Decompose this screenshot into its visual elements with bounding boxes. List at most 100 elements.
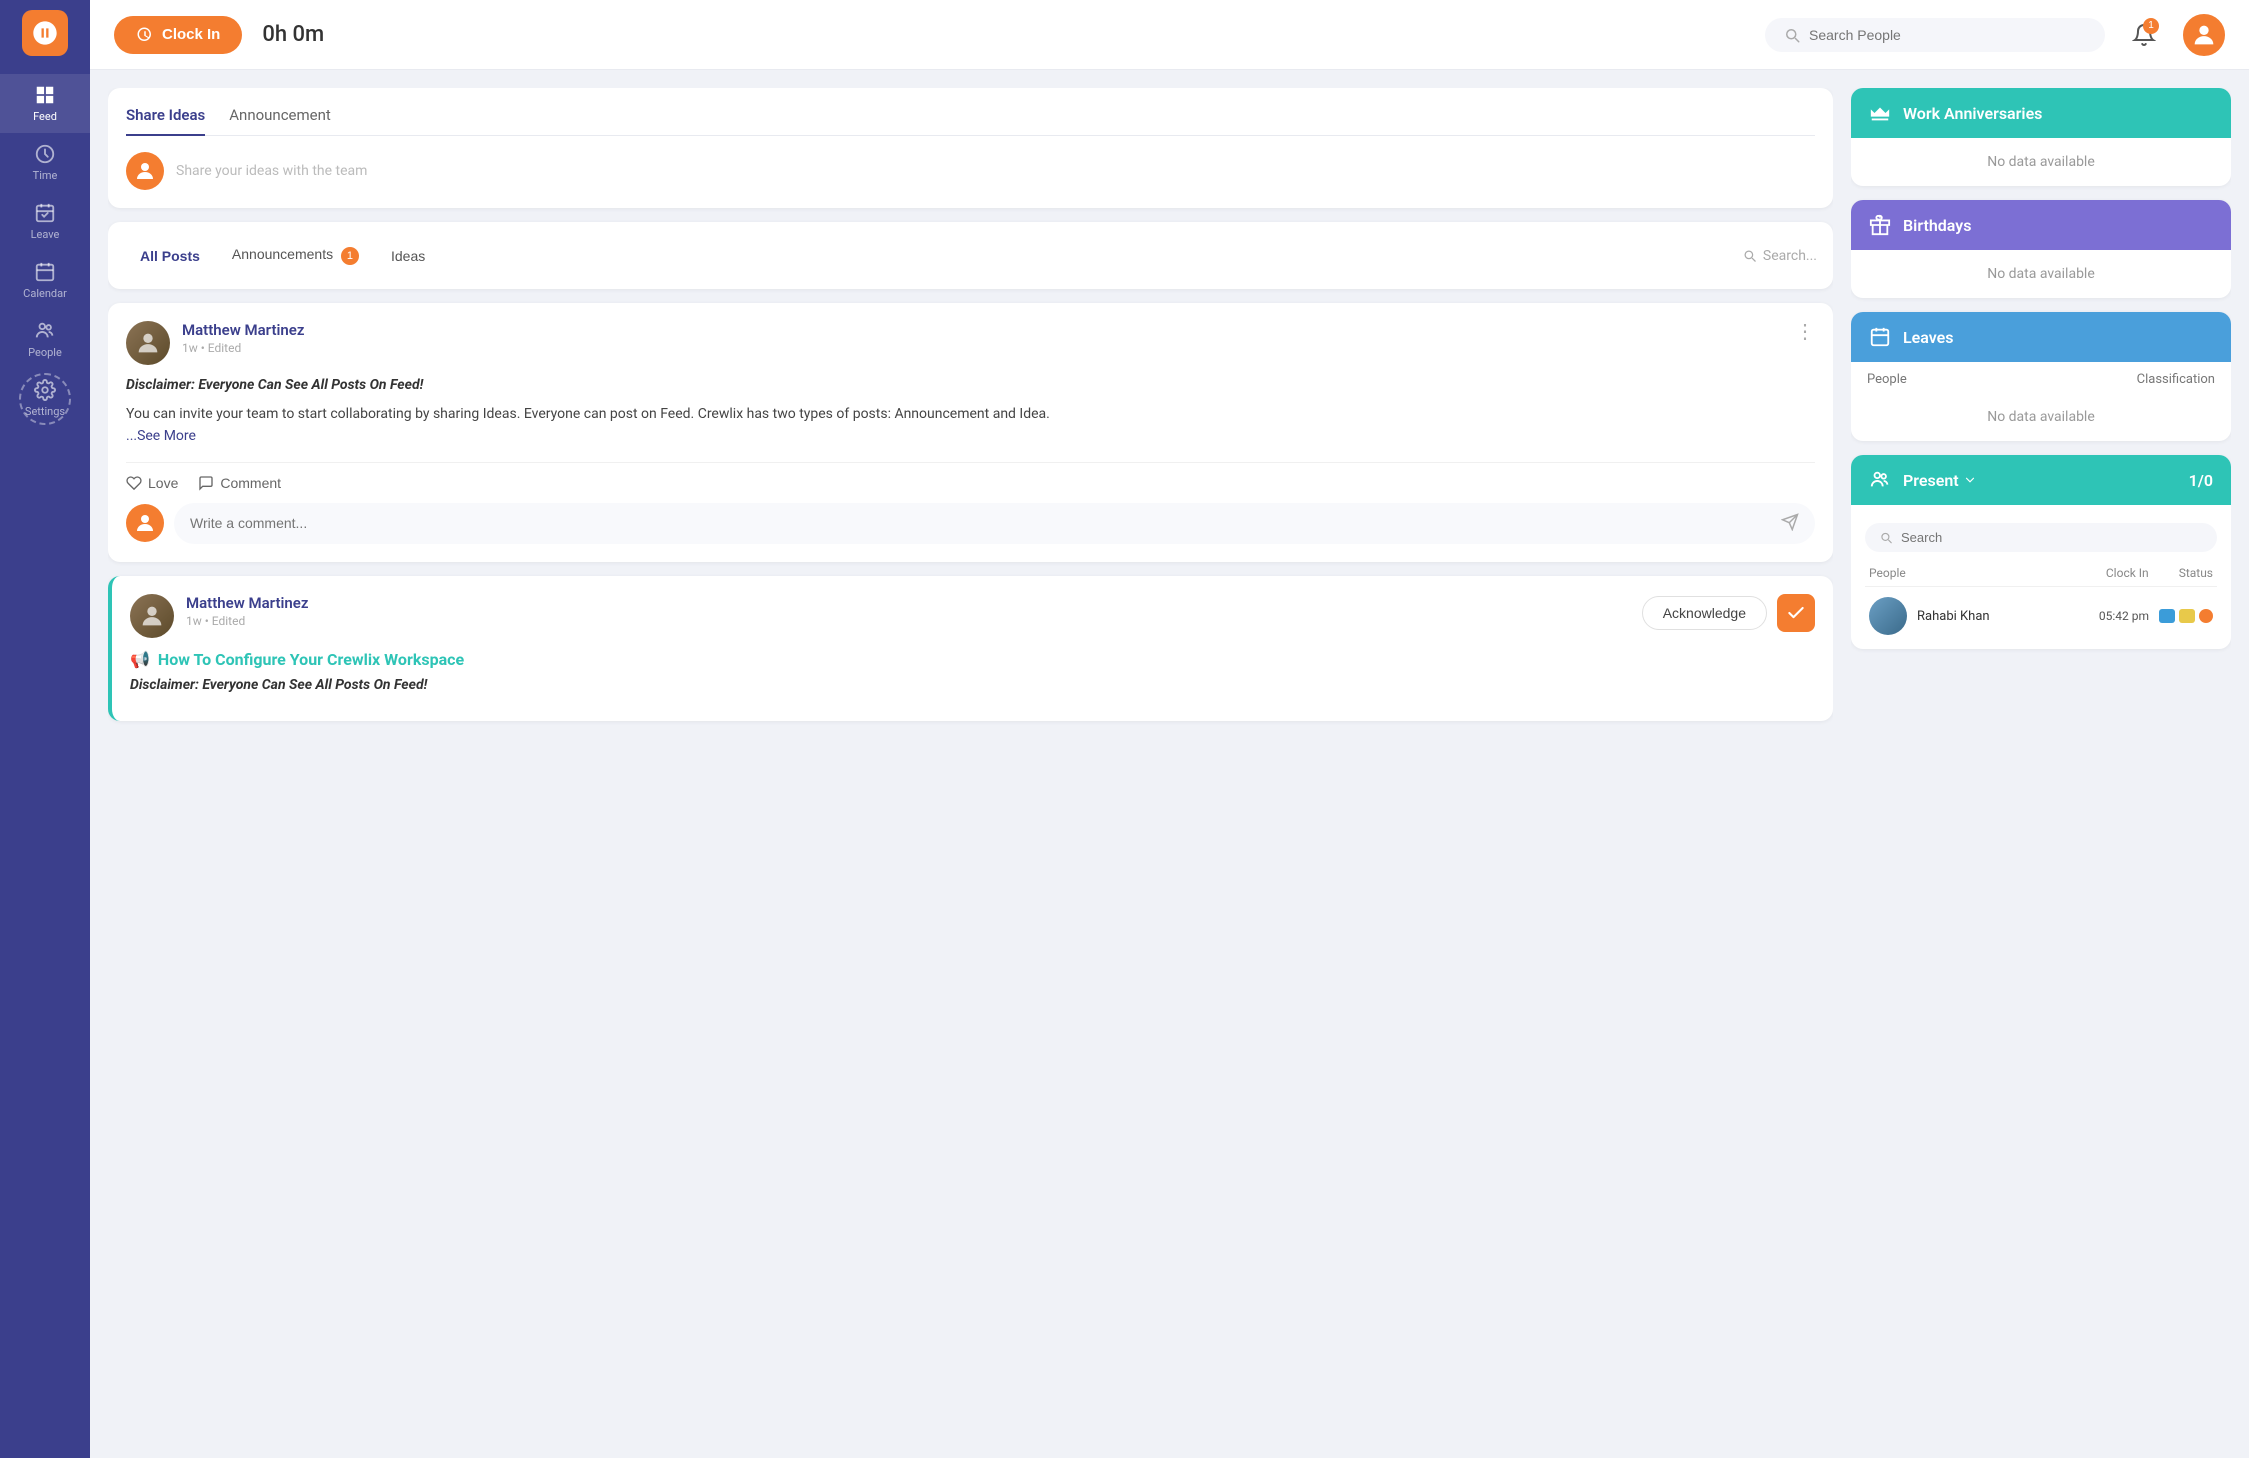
present-count: 1/0	[2189, 471, 2213, 490]
search-icon	[1783, 26, 1801, 44]
share-user-avatar	[126, 152, 164, 190]
present-table-header: People Clock In Status	[1865, 560, 2217, 587]
love-label: Love	[148, 475, 178, 491]
sidebar-item-people[interactable]: People	[0, 310, 90, 369]
post-2-author: Matthew Martinez	[186, 594, 1630, 612]
post-2-header: Matthew Martinez 1w • Edited Acknowledge	[130, 594, 1815, 638]
filter-all-posts[interactable]: All Posts	[124, 242, 216, 270]
sidebar-item-leave[interactable]: Leave	[0, 192, 90, 251]
filter-ideas[interactable]: Ideas	[375, 242, 441, 270]
anniversaries-header: Work Anniversaries	[1851, 88, 2231, 138]
megaphone-icon: 📢	[130, 650, 150, 669]
post-1-title: Disclaimer: Everyone Can See All Posts O…	[126, 377, 1815, 393]
share-ideas-card: Share Ideas Announcement Share your idea…	[108, 88, 1833, 208]
comment-row	[126, 503, 1815, 544]
chevron-down-icon	[1963, 473, 1977, 487]
filter-announcements[interactable]: Announcements 1	[216, 240, 375, 271]
work-anniversaries-widget: Work Anniversaries No data available	[1851, 88, 2231, 186]
comment-send-button[interactable]	[1781, 513, 1799, 534]
comment-input-field[interactable]	[190, 515, 1773, 531]
clock-in-button[interactable]: Clock In	[114, 16, 242, 54]
acknowledge-button[interactable]: Acknowledge	[1642, 596, 1767, 630]
sidebar-item-calendar[interactable]: Calendar	[0, 251, 90, 310]
post-1-actions: Love Comment	[126, 462, 1815, 491]
sidebar-item-calendar-label: Calendar	[23, 287, 67, 300]
post-2-avatar	[130, 594, 174, 638]
share-input-row: Share your ideas with the team	[126, 152, 1815, 190]
comment-button[interactable]: Comment	[198, 475, 281, 491]
post-2-meta: Matthew Martinez 1w • Edited	[186, 594, 1630, 628]
share-placeholder[interactable]: Share your ideas with the team	[176, 163, 367, 179]
leaves-people-col: People	[1867, 372, 1907, 387]
present-people-icon	[1869, 469, 1891, 491]
announcement-badge: 1	[341, 247, 359, 265]
tab-share-ideas[interactable]: Share Ideas	[126, 106, 205, 136]
commenter-avatar	[126, 504, 164, 542]
present-person-row: Rahabi Khan 05:42 pm	[1865, 587, 2217, 645]
sidebar-item-feed[interactable]: Feed	[0, 74, 90, 133]
anniversaries-no-data: No data available	[1987, 154, 2095, 170]
clock-in-label: Clock In	[162, 26, 220, 43]
post-1-body: You can invite your team to start collab…	[126, 403, 1815, 448]
present-body: People Clock In Status Rahabi Khan 05:42…	[1851, 505, 2231, 649]
leaves-widget: Leaves People Classification No data ava…	[1851, 312, 2231, 441]
birthdays-no-data: No data available	[1987, 266, 2095, 282]
love-button[interactable]: Love	[126, 475, 178, 491]
comment-icon	[198, 475, 214, 491]
post-1-time: 1w • Edited	[182, 341, 1783, 355]
present-widget: Present 1/0 People Clock In Status	[1851, 455, 2231, 649]
filter-search[interactable]: Search...	[1742, 248, 1817, 264]
post-1-header: Matthew Martinez 1w • Edited ⋮	[126, 321, 1815, 365]
comment-input-wrapper	[174, 503, 1815, 544]
sidebar-item-leave-label: Leave	[31, 228, 60, 241]
present-search-bar	[1865, 523, 2217, 552]
present-header: Present 1/0	[1851, 455, 2231, 505]
settings-ring	[19, 373, 71, 425]
birthdays-header: Birthdays	[1851, 200, 2231, 250]
person-name: Rahabi Khan	[1917, 609, 2089, 624]
sidebar-item-time[interactable]: Time	[0, 133, 90, 192]
leaves-body: No data available	[1851, 393, 2231, 441]
sidebar-item-settings[interactable]: Settings	[0, 369, 90, 428]
tab-announcement[interactable]: Announcement	[229, 106, 331, 136]
present-search-icon	[1879, 530, 1893, 545]
person-status-icons	[2159, 609, 2213, 623]
post-1-meta: Matthew Martinez 1w • Edited	[182, 321, 1783, 355]
post-1-see-more[interactable]: ...See More	[126, 428, 196, 444]
home-status-icon	[2159, 609, 2175, 623]
flag-status-icon	[2179, 609, 2195, 623]
main-content: Clock In 0h 0m 1 Share Ideas Announcemen…	[90, 0, 2249, 1458]
present-dropdown[interactable]: Present	[1903, 471, 1977, 490]
leaves-classification-col: Classification	[2137, 372, 2215, 387]
sidebar: Feed Time Leave Calendar People Settings	[0, 0, 90, 1458]
present-title: Present	[1903, 471, 1959, 490]
check-icon	[1786, 603, 1806, 623]
user-avatar[interactable]	[2183, 14, 2225, 56]
filter-bar-card: All Posts Announcements 1 Ideas Search..…	[108, 222, 1833, 289]
post-2-disclaimer: Disclaimer: Everyone Can See All Posts O…	[130, 677, 1815, 693]
birthdays-widget: Birthdays No data available	[1851, 200, 2231, 298]
post-1-more-btn[interactable]: ⋮	[1795, 321, 1815, 341]
leaves-header: Leaves	[1851, 312, 2231, 362]
header: Clock In 0h 0m 1	[90, 0, 2249, 70]
notification-badge: 1	[2143, 18, 2159, 34]
filter-search-icon	[1742, 248, 1757, 263]
right-column: Work Anniversaries No data available Bir…	[1851, 88, 2231, 1440]
present-people-col-header: People	[1869, 566, 1906, 580]
dot-status-icon	[2199, 609, 2213, 623]
leaves-subheader: People Classification	[1851, 362, 2231, 393]
person-avatar	[1869, 597, 1907, 635]
leaves-no-data: No data available	[1987, 409, 2095, 425]
anniversaries-title: Work Anniversaries	[1903, 104, 2042, 123]
share-tabs: Share Ideas Announcement	[126, 106, 1815, 136]
search-input[interactable]	[1809, 27, 2087, 43]
sidebar-item-people-label: People	[28, 346, 62, 359]
present-status-col-header: Status	[2179, 566, 2213, 580]
logo[interactable]	[22, 10, 68, 56]
ack-check-button[interactable]	[1777, 594, 1815, 632]
present-search-input[interactable]	[1901, 530, 2203, 545]
notification-button[interactable]: 1	[2125, 16, 2163, 54]
gift-icon	[1869, 214, 1891, 236]
post-2: Matthew Martinez 1w • Edited Acknowledge…	[108, 576, 1833, 721]
left-column: Share Ideas Announcement Share your idea…	[108, 88, 1833, 1440]
